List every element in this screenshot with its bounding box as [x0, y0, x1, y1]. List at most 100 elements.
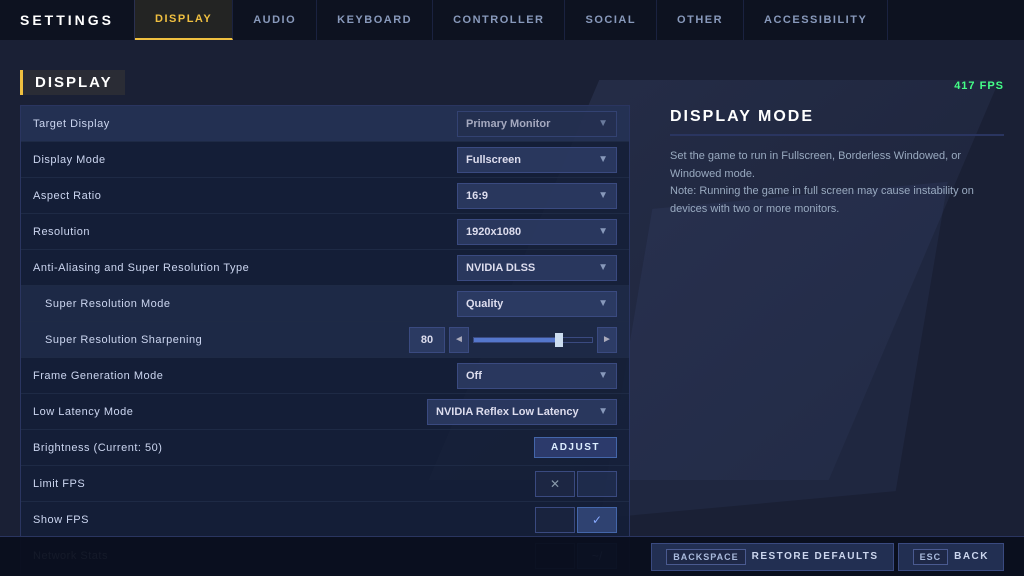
label-super-resolution-mode: Super Resolution Mode	[45, 298, 457, 310]
backspace-key-label: BACKSPACE	[666, 549, 745, 565]
row-aspect-ratio: Aspect Ratio 16:9 ▼	[21, 178, 629, 214]
dropdown-aspect-ratio[interactable]: 16:9 ▼	[457, 183, 617, 209]
label-target-display: Target Display	[33, 118, 457, 130]
dropdown-frame-generation-value: Off	[466, 370, 590, 382]
section-title: DISPLAY	[20, 70, 630, 95]
control-target-display: Primary Monitor ▼	[457, 111, 617, 137]
row-super-resolution-mode: Super Resolution Mode Quality ▼	[21, 286, 629, 322]
back-label: BACK	[954, 551, 989, 562]
dropdown-super-resolution-mode-value: Quality	[466, 298, 590, 310]
control-brightness: ADJUST	[534, 437, 617, 458]
slider-track[interactable]	[473, 337, 593, 343]
settings-table: Target Display Primary Monitor ▼ Display…	[20, 105, 630, 575]
row-brightness: Brightness (Current: 50) ADJUST	[21, 430, 629, 466]
label-resolution: Resolution	[33, 226, 457, 238]
label-aspect-ratio: Aspect Ratio	[33, 190, 457, 202]
slider-fill	[474, 338, 563, 342]
row-super-resolution-sharpening: Super Resolution Sharpening 80 ◄ ►	[21, 322, 629, 358]
right-panel: 417 FPS DISPLAY MODE Set the game to run…	[650, 70, 1004, 526]
row-low-latency: Low Latency Mode NVIDIA Reflex Low Laten…	[21, 394, 629, 430]
check-icon: ✓	[592, 513, 602, 527]
control-low-latency: NVIDIA Reflex Low Latency ▼	[427, 399, 617, 425]
chevron-down-icon: ▼	[598, 190, 608, 201]
row-resolution: Resolution 1920x1080 ▼	[21, 214, 629, 250]
control-aspect-ratio: 16:9 ▼	[457, 183, 617, 209]
toggle-off-limit-fps[interactable]: ✕	[535, 471, 575, 497]
toggle-placeholder-show-fps[interactable]	[535, 507, 575, 533]
dropdown-target-display-value: Primary Monitor	[466, 118, 590, 130]
chevron-down-icon: ▼	[598, 370, 608, 381]
tab-audio[interactable]: AUDIO	[233, 0, 317, 40]
label-show-fps: Show FPS	[33, 514, 535, 526]
logo-text: SETTINGS	[20, 12, 114, 28]
chevron-down-icon: ▼	[598, 298, 608, 309]
tab-accessibility[interactable]: ACCESSIBILITY	[744, 0, 888, 40]
dropdown-aspect-ratio-value: 16:9	[466, 190, 590, 202]
row-antialiasing: Anti-Aliasing and Super Resolution Type …	[21, 250, 629, 286]
tab-display[interactable]: DISPLAY	[135, 0, 233, 40]
row-frame-generation: Frame Generation Mode Off ▼	[21, 358, 629, 394]
toggle-placeholder-limit-fps[interactable]	[577, 471, 617, 497]
chevron-down-icon: ▼	[598, 154, 608, 165]
dropdown-low-latency-value: NVIDIA Reflex Low Latency	[436, 406, 590, 418]
dropdown-frame-generation[interactable]: Off ▼	[457, 363, 617, 389]
dropdown-super-resolution-mode[interactable]: Quality ▼	[457, 291, 617, 317]
slider-thumb[interactable]	[555, 333, 563, 347]
control-super-resolution-sharpening: 80 ◄ ►	[409, 327, 617, 353]
control-antialiasing: NVIDIA DLSS ▼	[457, 255, 617, 281]
control-limit-fps: ✕	[535, 471, 617, 497]
dropdown-resolution[interactable]: 1920x1080 ▼	[457, 219, 617, 245]
chevron-down-icon: ▼	[598, 262, 608, 273]
dropdown-display-mode-value: Fullscreen	[466, 154, 590, 166]
chevron-down-icon: ▼	[598, 118, 608, 129]
slider-increase-button[interactable]: ►	[597, 327, 617, 353]
nav-tabs: DISPLAY AUDIO KEYBOARD CONTROLLER SOCIAL…	[135, 0, 1024, 40]
x-icon: ✕	[550, 477, 560, 491]
adjust-button[interactable]: ADJUST	[534, 437, 617, 458]
dropdown-antialiasing[interactable]: NVIDIA DLSS ▼	[457, 255, 617, 281]
label-brightness: Brightness (Current: 50)	[33, 442, 534, 454]
back-button[interactable]: ESC BACK	[898, 543, 1004, 571]
label-low-latency: Low Latency Mode	[33, 406, 427, 418]
row-show-fps: Show FPS ✓	[21, 502, 629, 538]
dropdown-target-display[interactable]: Primary Monitor ▼	[457, 111, 617, 137]
label-super-resolution-sharpening: Super Resolution Sharpening	[45, 334, 409, 346]
slider-decrease-button[interactable]: ◄	[449, 327, 469, 353]
dropdown-resolution-value: 1920x1080	[466, 226, 590, 238]
restore-defaults-label: RESTORE DEFAULTS	[752, 551, 879, 562]
control-super-resolution-mode: Quality ▼	[457, 291, 617, 317]
bottom-bar: BACKSPACE RESTORE DEFAULTS ESC BACK	[0, 536, 1024, 576]
label-frame-generation: Frame Generation Mode	[33, 370, 457, 382]
esc-key-label: ESC	[913, 549, 949, 565]
nav-logo: SETTINGS	[0, 0, 135, 40]
dropdown-antialiasing-value: NVIDIA DLSS	[466, 262, 590, 274]
fps-counter: 417 FPS	[670, 80, 1004, 92]
label-antialiasing: Anti-Aliasing and Super Resolution Type	[33, 262, 457, 274]
chevron-down-icon: ▼	[598, 226, 608, 237]
control-display-mode: Fullscreen ▼	[457, 147, 617, 173]
tab-social[interactable]: SOCIAL	[565, 0, 657, 40]
label-limit-fps: Limit FPS	[33, 478, 535, 490]
toggle-on-show-fps[interactable]: ✓	[577, 507, 617, 533]
tab-keyboard[interactable]: KEYBOARD	[317, 0, 433, 40]
info-title: DISPLAY MODE	[670, 108, 1004, 136]
row-target-display: Target Display Primary Monitor ▼	[21, 106, 629, 142]
control-show-fps: ✓	[535, 507, 617, 533]
info-text: Set the game to run in Fullscreen, Borde…	[670, 148, 1004, 218]
section-title-text: DISPLAY	[20, 70, 125, 95]
dropdown-display-mode[interactable]: Fullscreen ▼	[457, 147, 617, 173]
slider-value-display: 80	[409, 327, 445, 353]
dropdown-low-latency[interactable]: NVIDIA Reflex Low Latency ▼	[427, 399, 617, 425]
tab-other[interactable]: OTHER	[657, 0, 744, 40]
tab-controller[interactable]: CONTROLLER	[433, 0, 565, 40]
restore-defaults-button[interactable]: BACKSPACE RESTORE DEFAULTS	[651, 543, 893, 571]
row-limit-fps: Limit FPS ✕	[21, 466, 629, 502]
main-content: DISPLAY Target Display Primary Monitor ▼…	[0, 40, 1024, 576]
label-display-mode: Display Mode	[33, 154, 457, 166]
control-resolution: 1920x1080 ▼	[457, 219, 617, 245]
left-panel: DISPLAY Target Display Primary Monitor ▼…	[20, 70, 630, 526]
row-display-mode: Display Mode Fullscreen ▼	[21, 142, 629, 178]
nav-bar: SETTINGS DISPLAY AUDIO KEYBOARD CONTROLL…	[0, 0, 1024, 40]
chevron-down-icon: ▼	[598, 406, 608, 417]
control-frame-generation: Off ▼	[457, 363, 617, 389]
